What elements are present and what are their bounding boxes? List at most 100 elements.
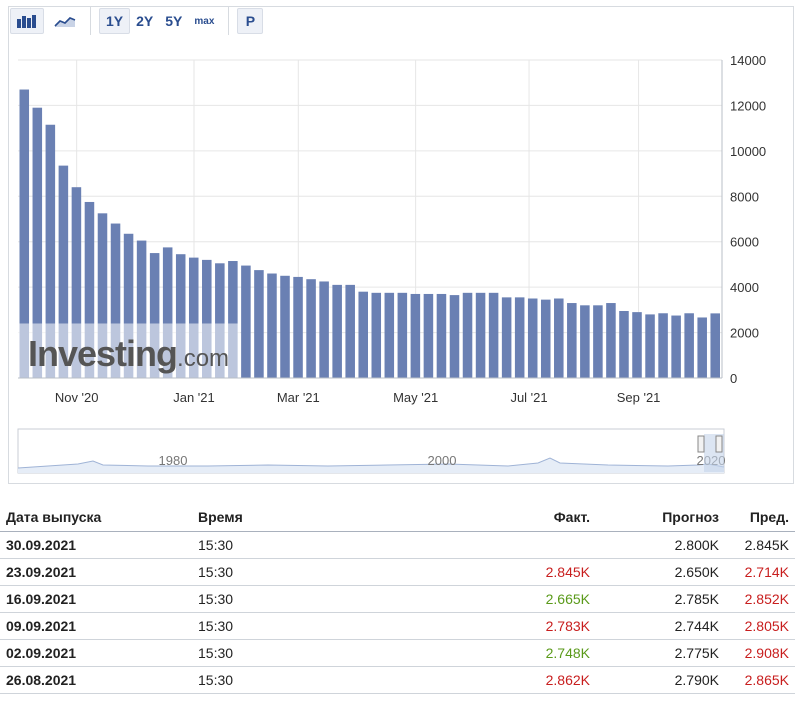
cell-forecast: 2.744K: [596, 612, 725, 640]
table-header-row: Дата выпуска Время Факт. Прогноз Пред.: [0, 502, 795, 532]
navigator-label: 1980: [159, 453, 188, 468]
cell-previous: 2.805K: [725, 612, 795, 640]
bar[interactable]: [527, 298, 538, 379]
header-release-date[interactable]: Дата выпуска: [0, 502, 192, 532]
cell-forecast: 2.800K: [596, 531, 725, 559]
cell-time: 15:30: [192, 585, 384, 613]
bar[interactable]: [397, 292, 408, 378]
x-tick-label: Mar '21: [277, 390, 320, 405]
bar[interactable]: [345, 284, 355, 378]
bar[interactable]: [254, 270, 264, 378]
range-1y-button[interactable]: 1Y: [99, 8, 131, 34]
cell-time: 15:30: [192, 558, 384, 586]
bar[interactable]: [619, 310, 629, 378]
bar[interactable]: [410, 293, 421, 378]
navigator-handle-left[interactable]: [697, 435, 705, 453]
bar[interactable]: [501, 297, 512, 378]
range-max-button[interactable]: max: [188, 8, 220, 34]
table-row: 02.09.2021 15:30 2.748K 2.775K 2.908K: [0, 639, 795, 667]
header-previous[interactable]: Пред.: [725, 502, 795, 532]
navigator-chart[interactable]: 198020002020: [8, 428, 738, 478]
cell-forecast: 2.785K: [596, 585, 725, 613]
navigator-label: 2000: [428, 453, 457, 468]
bar[interactable]: [488, 292, 499, 378]
bar[interactable]: [306, 279, 316, 378]
releases-table: Дата выпуска Время Факт. Прогноз Пред. 3…: [0, 502, 795, 694]
header-time[interactable]: Время: [192, 502, 384, 532]
cell-previous: 2.865K: [725, 666, 795, 694]
cell-actual: 2.665K: [384, 585, 596, 613]
navigator-handle-right[interactable]: [715, 435, 723, 453]
cell-release-date: 30.09.2021: [0, 531, 192, 559]
cell-time: 15:30: [192, 612, 384, 640]
bar[interactable]: [632, 312, 642, 378]
y-tick-label: 8000: [730, 189, 759, 204]
header-actual[interactable]: Факт.: [384, 502, 596, 532]
cell-time: 15:30: [192, 531, 384, 559]
bar[interactable]: [593, 305, 603, 378]
cell-release-date: 02.09.2021: [0, 639, 192, 667]
bar[interactable]: [423, 293, 434, 378]
cell-forecast: 2.775K: [596, 639, 725, 667]
bar[interactable]: [241, 265, 251, 378]
toolbar-divider: [90, 7, 91, 35]
x-tick-label: Sep '21: [617, 390, 661, 405]
bar[interactable]: [293, 276, 303, 378]
bar[interactable]: [540, 299, 551, 378]
y-tick-label: 12000: [730, 98, 766, 113]
table-row: 23.09.2021 15:30 2.845K 2.650K 2.714K: [0, 558, 795, 586]
cell-previous: 2.714K: [725, 558, 795, 586]
cell-forecast: 2.650K: [596, 558, 725, 586]
y-tick-label: 4000: [730, 280, 759, 295]
bar[interactable]: [319, 281, 329, 378]
bar[interactable]: [606, 303, 616, 378]
header-forecast[interactable]: Прогноз: [596, 502, 725, 532]
bar[interactable]: [475, 292, 486, 378]
cell-time: 15:30: [192, 666, 384, 694]
cell-release-date: 26.08.2021: [0, 666, 192, 694]
y-tick-label: 2000: [730, 326, 759, 341]
x-tick-label: Jul '21: [510, 390, 547, 405]
p-button[interactable]: P: [237, 8, 264, 34]
toolbar-divider: [228, 7, 230, 35]
area-chart-icon[interactable]: [48, 8, 82, 34]
bar[interactable]: [267, 273, 277, 378]
range-2y-button[interactable]: 2Y: [130, 8, 159, 34]
cell-actual: 2.783K: [384, 612, 596, 640]
bar[interactable]: [371, 292, 382, 378]
cell-release-date: 23.09.2021: [0, 558, 192, 586]
range-5y-button[interactable]: 5Y: [159, 8, 188, 34]
bar[interactable]: [358, 291, 368, 378]
bar[interactable]: [436, 293, 447, 378]
bar[interactable]: [554, 298, 564, 379]
bar[interactable]: [280, 275, 290, 378]
bar[interactable]: [710, 313, 720, 378]
bar[interactable]: [671, 315, 681, 378]
bar[interactable]: [697, 317, 707, 378]
cell-previous: 2.852K: [725, 585, 795, 613]
y-tick-label: 10000: [730, 144, 766, 159]
cell-actual: [384, 531, 596, 559]
bar[interactable]: [567, 303, 577, 378]
table-row: 26.08.2021 15:30 2.862K 2.790K 2.865K: [0, 666, 795, 694]
y-tick-label: 0: [730, 371, 737, 386]
bar[interactable]: [332, 284, 342, 378]
bar[interactable]: [658, 313, 668, 378]
chart-toolbar: 1Y 2Y 5Y max P: [10, 6, 264, 36]
bar[interactable]: [514, 297, 525, 378]
bar[interactable]: [580, 305, 590, 378]
y-tick-label: 14000: [730, 53, 766, 68]
cell-previous: 2.845K: [725, 531, 795, 559]
bar[interactable]: [462, 292, 473, 378]
bar-chart-icon[interactable]: [10, 8, 44, 34]
bar[interactable]: [449, 295, 460, 378]
bar[interactable]: [645, 314, 655, 378]
cell-release-date: 16.09.2021: [0, 585, 192, 613]
bar[interactable]: [384, 292, 395, 378]
table-row: 30.09.2021 15:30 2.800K 2.845K: [0, 531, 795, 559]
bar[interactable]: [684, 313, 694, 378]
x-tick-label: Nov '20: [55, 390, 99, 405]
cell-time: 15:30: [192, 639, 384, 667]
x-tick-label: May '21: [393, 390, 438, 405]
cell-previous: 2.908K: [725, 639, 795, 667]
